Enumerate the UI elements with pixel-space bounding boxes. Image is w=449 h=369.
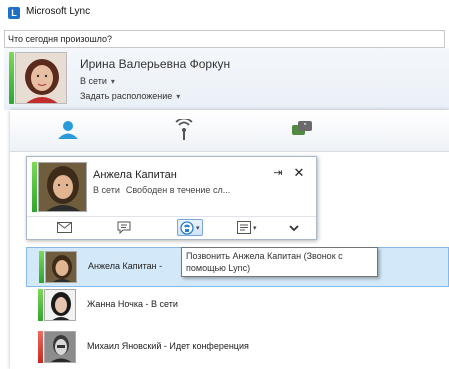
card-presence-indicator (32, 162, 37, 212)
call-tooltip: Позвонить Анжела Капитан (Звонок с помощ… (181, 247, 378, 277)
pin-icon[interactable]: ⇥ (271, 166, 285, 180)
close-icon[interactable]: ✕ (292, 166, 306, 180)
caret-down-icon: ▾ (110, 77, 115, 86)
contact-label: Михаил Яновский - Идет конференция (87, 341, 249, 351)
speech-bubble-icon (117, 221, 131, 234)
chat-bubble-icon: " (292, 121, 312, 135)
my-status-dropdown[interactable]: В сети ▾ (80, 76, 115, 86)
call-button[interactable]: ▾ (177, 219, 203, 236)
contact-label: Анжела Капитан - (88, 261, 163, 271)
lync-logo-icon: L (8, 7, 20, 19)
send-email-button[interactable] (57, 219, 72, 236)
contact-avatar (44, 331, 76, 363)
title-bar: L Microsoft Lync (0, 0, 449, 28)
my-location-dropdown[interactable]: Задать расположение ▾ (80, 91, 180, 101)
my-location-label: Задать расположение (80, 91, 173, 101)
presence-indicator (38, 289, 43, 321)
contact-row[interactable]: Жанна Ночка - В сети (26, 286, 449, 326)
presence-indicator (38, 331, 43, 363)
caret-down-icon: ▾ (176, 92, 181, 101)
envelope-icon (57, 222, 72, 233)
chevron-down-icon: ▾ (196, 224, 200, 232)
chevron-down-icon: ▾ (253, 224, 257, 232)
window-title: Microsoft Lync (26, 6, 91, 17)
more-options-button[interactable]: ▾ (237, 219, 257, 236)
my-avatar[interactable] (15, 52, 67, 104)
my-presence-indicator (9, 52, 14, 104)
card-contact-status: В сети Свободен в течение сл... (93, 185, 230, 195)
phone-icon (180, 220, 194, 235)
card-contact-name: Анжела Капитан (93, 169, 177, 181)
presence-indicator (39, 251, 44, 283)
card-status-note: Свободен в течение сл... (125, 185, 231, 195)
antenna-icon (175, 119, 193, 140)
chevron-down-icon (289, 224, 299, 231)
tab-conversations[interactable]: " (282, 113, 322, 147)
send-im-button[interactable] (117, 219, 131, 236)
tab-contacts[interactable] (48, 113, 88, 147)
personal-note-input[interactable]: Что сегодня произошло? (4, 30, 445, 48)
card-icon (237, 221, 251, 234)
tab-activity-feeds[interactable] (164, 113, 204, 147)
contact-label: Жанна Ночка - В сети (87, 299, 178, 309)
svg-text:": " (304, 122, 307, 131)
my-name: Ирина Валерьевна Форкун (80, 57, 231, 71)
my-status-label: В сети (80, 76, 107, 86)
expand-card-button[interactable] (289, 219, 299, 236)
card-avatar[interactable] (38, 162, 87, 212)
card-status-label: В сети (93, 185, 120, 195)
person-icon (58, 121, 78, 139)
contact-avatar (45, 251, 77, 283)
contact-row[interactable]: Михаил Яновский - Идет конференция (26, 328, 449, 368)
contact-avatar (44, 289, 76, 321)
